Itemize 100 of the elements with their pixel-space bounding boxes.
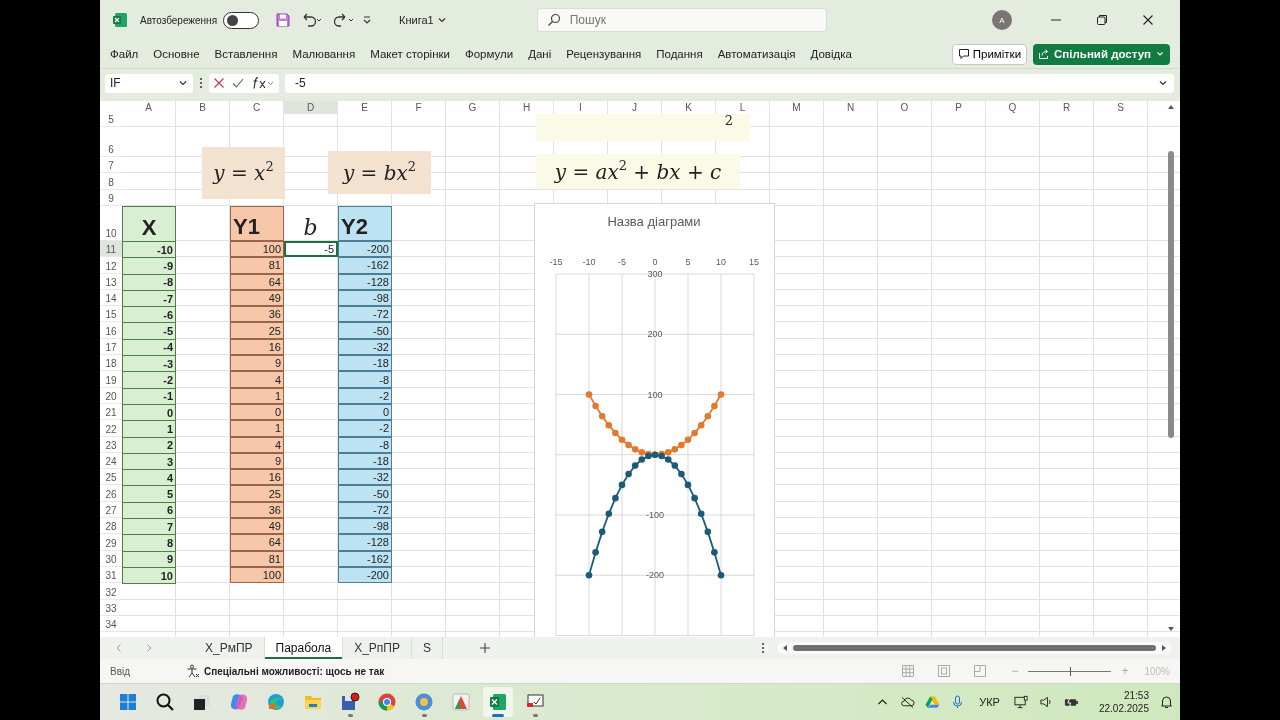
ribbon-tab[interactable]: Макет сторінки bbox=[370, 48, 450, 60]
scroll-right-icon[interactable] bbox=[1160, 644, 1168, 652]
table-cell: -5 bbox=[122, 322, 176, 340]
table-cell: 1 bbox=[230, 420, 284, 437]
table-cell: -98 bbox=[338, 518, 392, 535]
ribbon-tab[interactable]: Формули bbox=[464, 48, 514, 60]
row-header[interactable]: 5 bbox=[100, 114, 122, 127]
workbook-name[interactable]: Книга1 bbox=[393, 13, 453, 27]
ribbon-logo-icon[interactable] bbox=[229, 692, 249, 712]
ribbon-tab[interactable]: Файл bbox=[110, 48, 139, 60]
expand-icon[interactable] bbox=[1158, 78, 1168, 88]
search-icon bbox=[546, 13, 561, 27]
chevron-down-icon[interactable] bbox=[436, 15, 447, 25]
language-indicator[interactable]: УКР bbox=[979, 696, 1000, 708]
column-title: Y1 bbox=[230, 206, 284, 241]
row-header[interactable]: 34 bbox=[100, 615, 122, 633]
data-point bbox=[691, 494, 698, 502]
share-button[interactable]: Спільний доступ bbox=[1033, 43, 1170, 65]
row-header[interactable]: 8 bbox=[100, 173, 122, 190]
accessibility-icon[interactable] bbox=[186, 664, 201, 678]
table-cell: 4 bbox=[230, 371, 284, 388]
data-point bbox=[711, 402, 718, 410]
accessibility-status[interactable]: Спеціальні можливості: щось не так bbox=[204, 665, 385, 677]
scroll-left-icon[interactable] bbox=[781, 644, 789, 652]
data-point bbox=[711, 549, 718, 556]
drive-icon[interactable] bbox=[925, 695, 941, 709]
comments-button[interactable]: Примітки bbox=[951, 43, 1028, 65]
scrollbar-thumb[interactable] bbox=[1168, 151, 1174, 438]
notification-bell-icon[interactable] bbox=[1159, 695, 1174, 709]
swirl-logo-icon[interactable] bbox=[266, 692, 286, 712]
floppy-disk-icon[interactable] bbox=[340, 692, 360, 712]
name-box[interactable]: IF bbox=[105, 73, 193, 93]
axis-label: 10 bbox=[716, 257, 726, 267]
search-field[interactable]: Пошук bbox=[536, 8, 827, 32]
data-point bbox=[684, 481, 692, 489]
cloud-icon[interactable] bbox=[900, 695, 916, 709]
table-cell: -50 bbox=[338, 322, 392, 339]
axis-label: 0 bbox=[652, 257, 658, 267]
row-header[interactable]: 33 bbox=[100, 599, 122, 616]
table-cell: 64 bbox=[230, 534, 284, 551]
close-icon[interactable] bbox=[1142, 14, 1154, 26]
triangle-logo-icon[interactable] bbox=[451, 692, 471, 712]
scrollbar-thumb[interactable] bbox=[793, 645, 1156, 651]
overlapping-squares-icon[interactable] bbox=[192, 692, 212, 712]
network-icon[interactable] bbox=[1013, 695, 1029, 709]
row-header[interactable]: 9 bbox=[100, 190, 122, 206]
user-avatar[interactable]: A bbox=[992, 10, 1012, 30]
redo-icon[interactable] bbox=[333, 12, 356, 28]
clock[interactable]: 21:53 22.02.2025 bbox=[1098, 689, 1149, 715]
table-cell: -72 bbox=[338, 306, 392, 323]
row-header[interactable]: 7 bbox=[100, 157, 122, 173]
ribbon-tab[interactable]: Основне bbox=[153, 48, 200, 60]
circle-logo-icon[interactable] bbox=[377, 692, 397, 712]
cancel-icon[interactable] bbox=[213, 77, 225, 89]
ribbon-tab[interactable]: Дані bbox=[528, 48, 552, 60]
volume-icon[interactable] bbox=[1038, 695, 1054, 709]
chevron-down-icon[interactable] bbox=[178, 78, 188, 88]
axis-label: 5 bbox=[685, 257, 691, 267]
function-icon[interactable] bbox=[251, 76, 275, 90]
ribbon-tab[interactable]: Вставлення bbox=[214, 48, 278, 60]
equation: y = x$^{2}$ bbox=[213, 161, 274, 185]
ribbon-tab[interactable]: Довідка bbox=[810, 48, 852, 60]
table-cell: -200 bbox=[338, 241, 392, 258]
data-point bbox=[585, 571, 593, 579]
comment-icon[interactable] bbox=[957, 48, 970, 60]
formula-field[interactable]: -5 bbox=[285, 73, 1174, 93]
data-point bbox=[717, 391, 725, 398]
battery-icon[interactable] bbox=[1063, 695, 1079, 709]
more-icon[interactable] bbox=[199, 77, 203, 89]
more-icon[interactable] bbox=[761, 642, 765, 654]
row-header[interactable]: 6 bbox=[100, 127, 122, 157]
ribbon-tab[interactable]: Подання bbox=[656, 48, 703, 60]
axis-label: 15 bbox=[749, 257, 759, 267]
autosave-label: Автозбереження bbox=[140, 14, 218, 26]
ribbon-tab[interactable]: Автоматизація bbox=[717, 48, 796, 60]
table-cell: -9 bbox=[122, 257, 176, 275]
four-squares-icon[interactable] bbox=[118, 692, 138, 712]
scroll-down-icon[interactable] bbox=[1167, 625, 1175, 633]
table-cell: -8 bbox=[338, 371, 392, 388]
ribbon-tab[interactable]: Малювання bbox=[292, 48, 356, 60]
restore-icon[interactable] bbox=[1096, 14, 1108, 26]
equation: y = bx$^{2}$ bbox=[342, 160, 417, 185]
ribbon-tab[interactable]: Рецензування bbox=[566, 48, 642, 60]
row-header[interactable]: 32 bbox=[100, 583, 122, 600]
table-cell: -32 bbox=[338, 469, 392, 486]
search-icon[interactable] bbox=[155, 692, 175, 712]
add-sheet-icon[interactable] bbox=[479, 642, 491, 654]
undo-icon[interactable] bbox=[301, 12, 324, 28]
autosave-toggle[interactable] bbox=[223, 11, 260, 29]
axis-label: 300 bbox=[647, 269, 663, 279]
share-icon[interactable] bbox=[1038, 48, 1051, 60]
compass-icon[interactable] bbox=[414, 692, 434, 712]
confirm-icon[interactable] bbox=[232, 77, 244, 89]
scroll-up-icon[interactable] bbox=[1167, 103, 1175, 111]
data-point bbox=[598, 528, 606, 536]
table-cell: 49 bbox=[230, 518, 284, 535]
row-header[interactable]: 11 bbox=[100, 241, 122, 258]
sheet-tab[interactable]: Парабола bbox=[264, 637, 344, 659]
data-point bbox=[697, 510, 705, 518]
save-icon[interactable] bbox=[275, 12, 292, 28]
